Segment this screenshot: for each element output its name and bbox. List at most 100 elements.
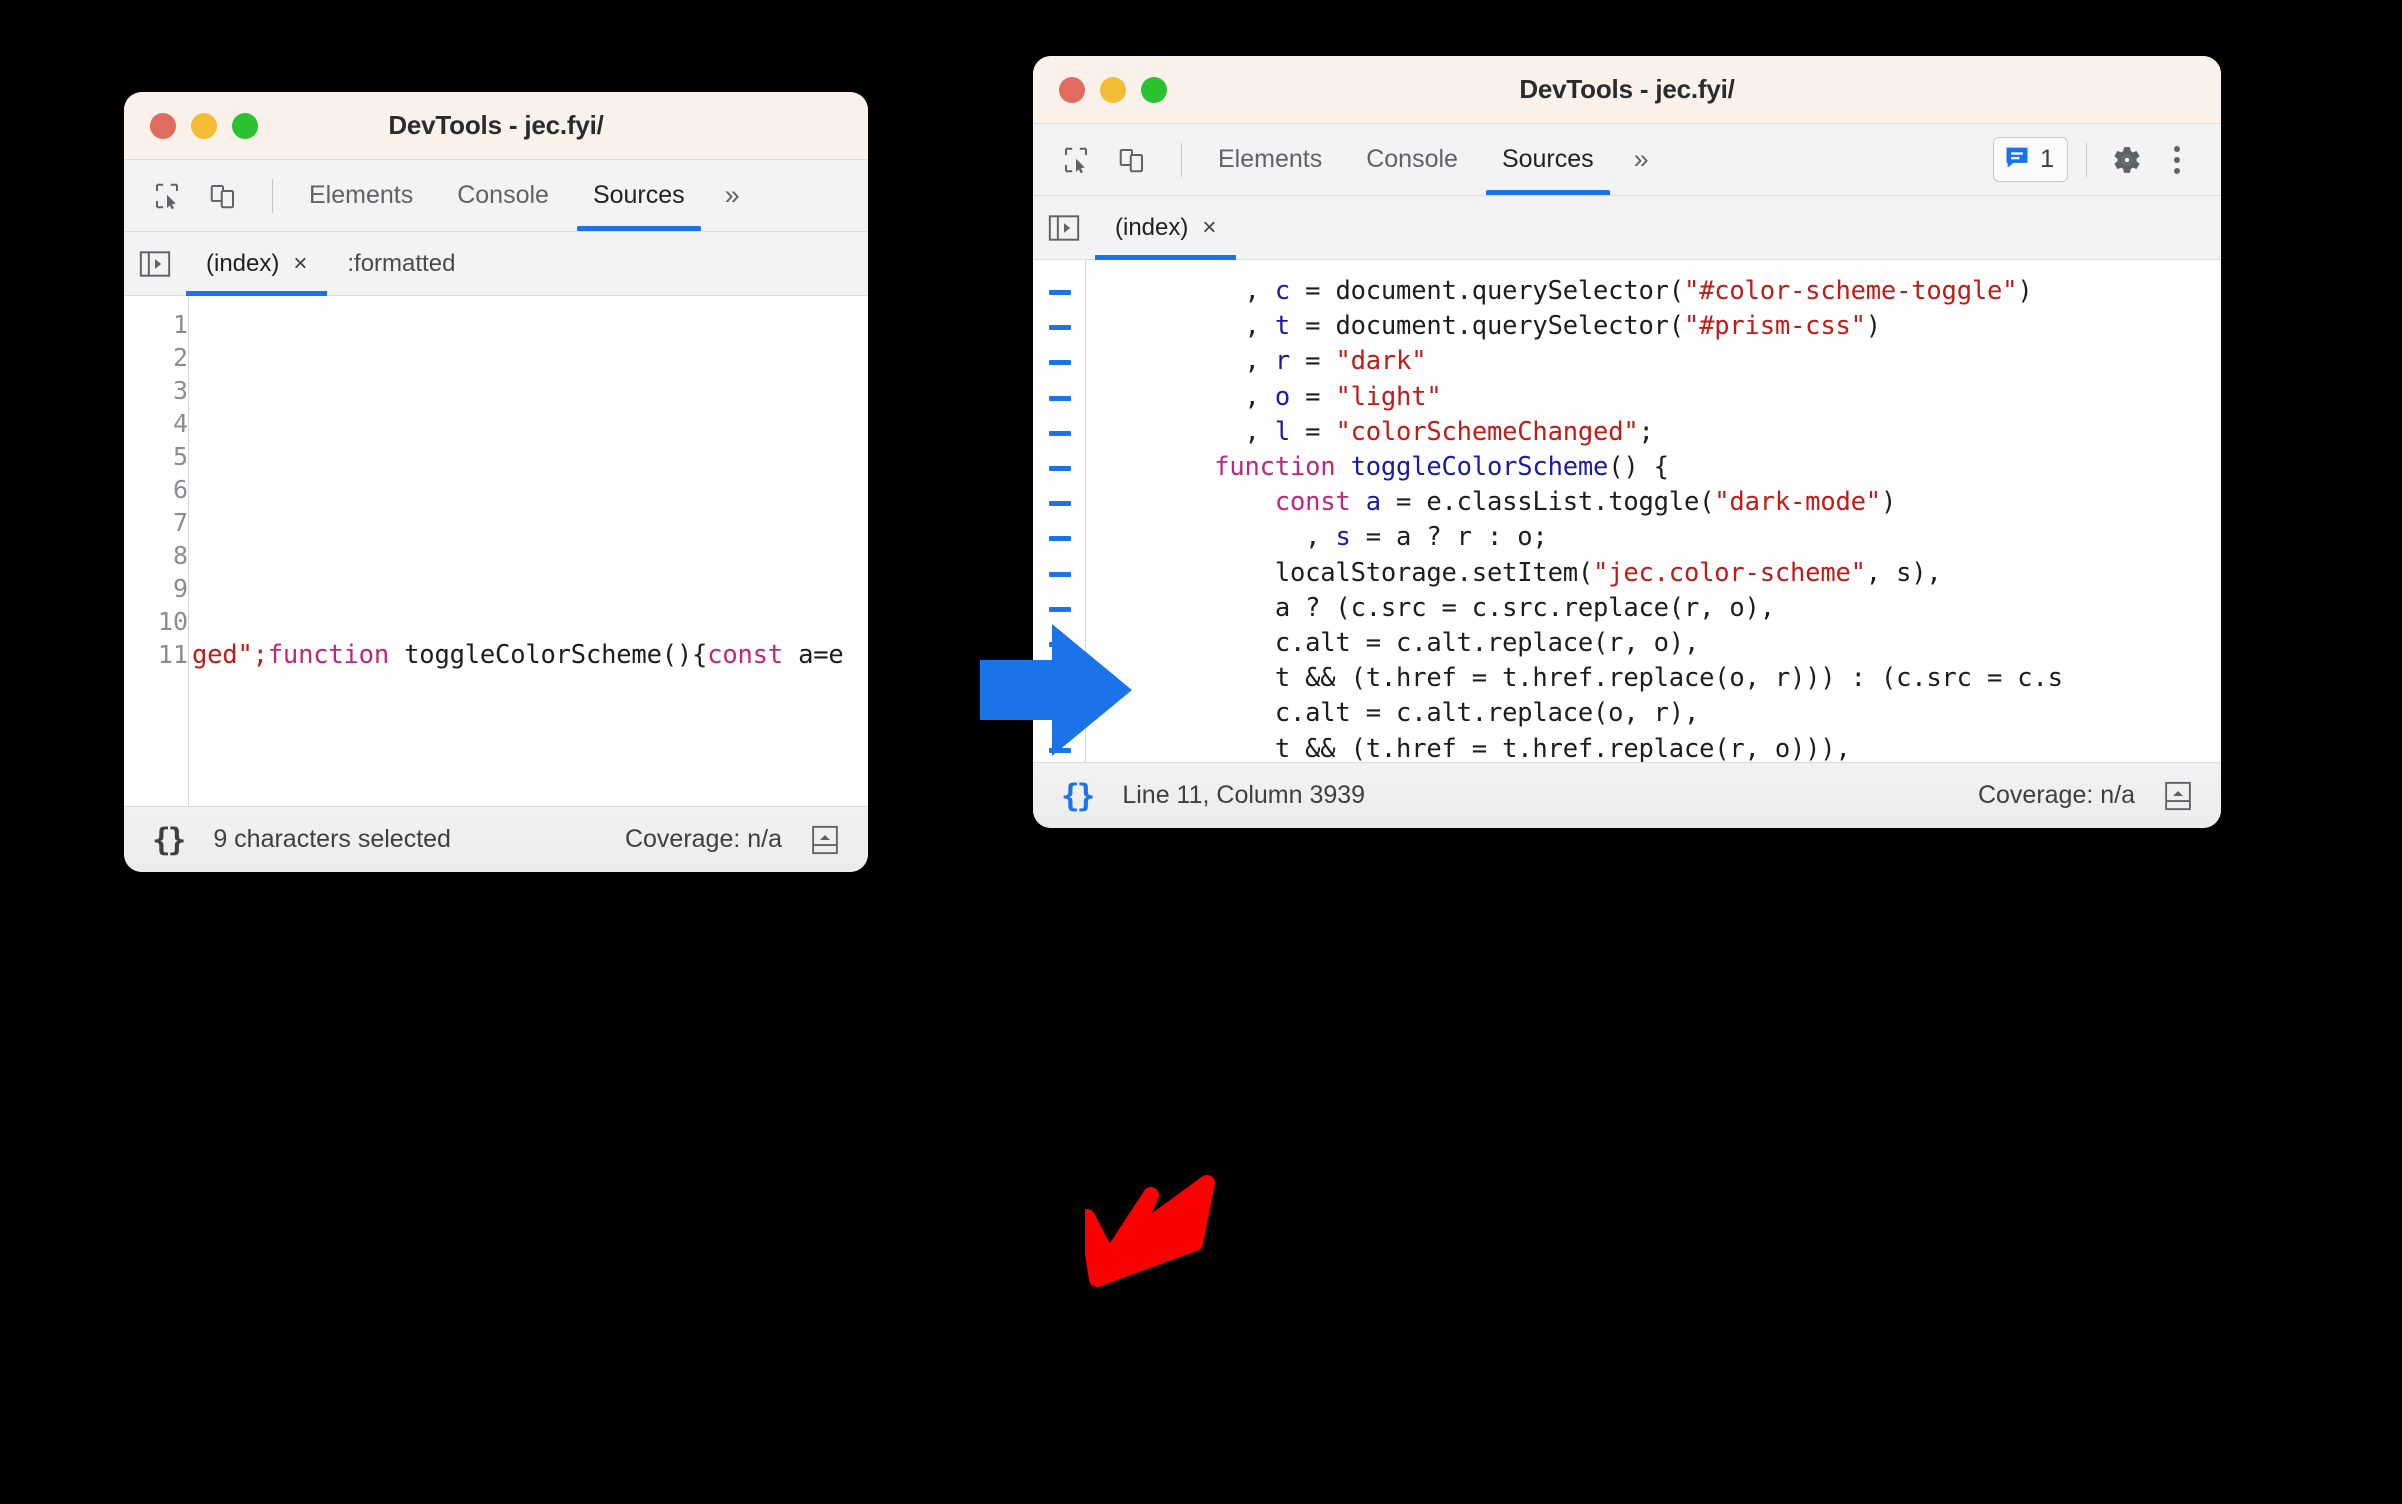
coverage-label: Coverage: n/a [1977,781,2135,809]
code-token: = document.querySelector( [1289,276,1684,306]
inspect-element-icon[interactable] [146,175,188,217]
code-line[interactable]: c.alt = c.alt.replace(r, o), [1093,628,1699,658]
folded-line-marker [1049,501,1071,507]
device-toolbar-icon[interactable] [202,175,244,217]
folded-line-marker [1049,290,1071,295]
code-line[interactable]: , s = a ? r : o; [1093,522,1548,552]
close-button[interactable] [1059,76,1085,103]
back-panel-tabs[interactable]: Elements Console Sources » [287,160,758,231]
code-token: = e.classList.toggle( [1380,487,1715,518]
front-file-tabstrip[interactable]: (index) × [1033,196,2221,260]
code-line[interactable]: a ? (c.src = c.src.replace(r, o), [1093,593,1775,623]
tab-elements[interactable]: Elements [287,160,435,231]
code-line[interactable]: const a = e.classList.toggle("dark-mode"… [1093,487,1896,517]
folded-line-marker [1049,712,1071,718]
show-navigator-icon[interactable] [124,232,186,295]
line-number: 5 [172,442,188,471]
file-tab-formatted[interactable]: :formatted [327,232,475,295]
close-icon[interactable]: × [293,250,307,278]
folded-line-marker [1049,536,1071,542]
code-token: = [1289,416,1336,447]
front-statusbar: {} Line 11, Column 3939 Coverage: n/a [1033,762,2221,828]
file-tab-index[interactable]: (index) × [186,232,328,296]
tab-console[interactable]: Console [1344,124,1480,195]
back-traffic-lights[interactable] [150,112,258,139]
back-window-titlebar: DevTools - jec.fyi/ [124,92,868,160]
issues-count: 1 [2040,145,2054,173]
folded-line-marker [1049,642,1071,647]
code-token: ) [1880,487,1897,518]
tab-sources[interactable]: Sources [1480,124,1616,195]
back-code-editor[interactable]: 1 2 3 4 5 6 7 8 9 10 11 ged";function toggleColorS… [124,296,868,806]
issues-button[interactable]: 1 [1993,137,2068,182]
gutter-divider [1085,260,1086,762]
code-token: localStorage.setItem( [1093,557,1594,588]
close-button[interactable] [150,112,176,139]
back-file-tabstrip[interactable]: (index) × :formatted [124,232,868,296]
zoom-button[interactable] [232,112,258,139]
more-panels-icon[interactable]: » [707,180,758,211]
code-token: "#color-scheme-toggle" [1683,276,2018,306]
code-line[interactable]: ged";function toggleColorScheme(){const … [192,640,844,670]
front-traffic-lights[interactable] [1059,76,1167,103]
line-number: 2 [172,343,188,372]
inspect-element-icon[interactable] [1055,139,1097,181]
folded-line-marker [1049,395,1071,401]
code-line[interactable]: , o = "light" [1093,382,1442,412]
tab-console[interactable]: Console [435,160,571,231]
minimize-button[interactable] [191,112,217,139]
device-toolbar-icon[interactable] [1111,139,1153,181]
show-drawer-icon[interactable] [804,819,846,861]
more-panels-icon[interactable]: » [1616,144,1667,175]
kebab-menu-icon[interactable] [2155,138,2199,182]
file-tab-index[interactable]: (index) × [1095,196,1237,260]
close-icon[interactable]: × [1202,214,1216,242]
file-tab-label: :formatted [347,249,456,277]
code-token: = document.querySelector( [1289,311,1684,342]
gear-icon[interactable] [2105,138,2149,182]
front-code-editor[interactable]: , c = document.querySelector("#color-sch… [1033,260,2221,762]
pretty-print-braces-icon[interactable]: {} [146,822,189,858]
front-devtools-window[interactable]: DevTools - jec.fyi/ Elements Console Sou… [1033,56,2221,828]
code-line[interactable]: localStorage.setItem("jec.color-scheme",… [1093,558,1942,588]
code-token: "colorSchemeChanged" [1335,416,1639,447]
show-drawer-icon[interactable] [2157,775,2199,817]
code-line[interactable]: , r = "dark" [1093,346,1427,376]
tab-sources[interactable]: Sources [571,160,707,231]
code-line[interactable]: t && (t.href = t.href.replace(o, r))) : … [1093,663,2063,693]
front-panel-tabs[interactable]: Elements Console Sources » [1196,124,1667,195]
code-line[interactable]: c.alt = c.alt.replace(o, r), [1093,698,1699,728]
line-number: 4 [172,409,188,438]
front-devtools-toolbar: Elements Console Sources » 1 [1033,124,2221,196]
code-token: const [1274,487,1351,518]
folded-line-marker [1049,360,1071,366]
minimize-button[interactable] [1100,76,1126,103]
tab-elements[interactable]: Elements [1196,124,1344,195]
folded-line-marker [1049,606,1071,612]
show-navigator-icon[interactable] [1033,196,1095,259]
code-token: c.alt = c.alt.replace(o, r), [1093,698,1700,729]
toolbar-divider [1181,142,1182,177]
code-token: "#prism-css" [1683,311,1866,342]
code-token: a=e [782,640,844,670]
code-line[interactable]: , l = "colorSchemeChanged"; [1093,417,1654,447]
back-devtools-window[interactable]: DevTools - jec.fyi/ Elements Console Sou… [124,92,868,872]
pretty-print-braces-icon[interactable]: {} [1055,778,1098,814]
folded-line-marker [1049,677,1071,683]
front-window-titlebar: DevTools - jec.fyi/ [1033,56,2221,124]
zoom-button[interactable] [1141,76,1167,103]
cursor-position-text: Line 11, Column 3939 [1122,781,1366,809]
code-token: s [1335,522,1351,553]
code-token: function [1214,452,1336,482]
line-number: 3 [172,376,188,405]
code-token: c [1274,276,1290,306]
toolbar-divider-2 [2086,142,2087,177]
code-line[interactable]: , t = document.querySelector("#prism-css… [1093,311,1882,342]
code-token: toggleColorScheme(){ [388,640,708,670]
code-line[interactable]: t && (t.href = t.href.replace(r, o))), [1093,734,1851,762]
front-window-title: DevTools - jec.fyi/ [1519,74,1735,104]
code-line[interactable]: function toggleColorScheme() { [1093,452,1669,482]
code-line[interactable]: , c = document.querySelector("#color-sch… [1093,276,2033,306]
code-token: const [707,640,783,670]
